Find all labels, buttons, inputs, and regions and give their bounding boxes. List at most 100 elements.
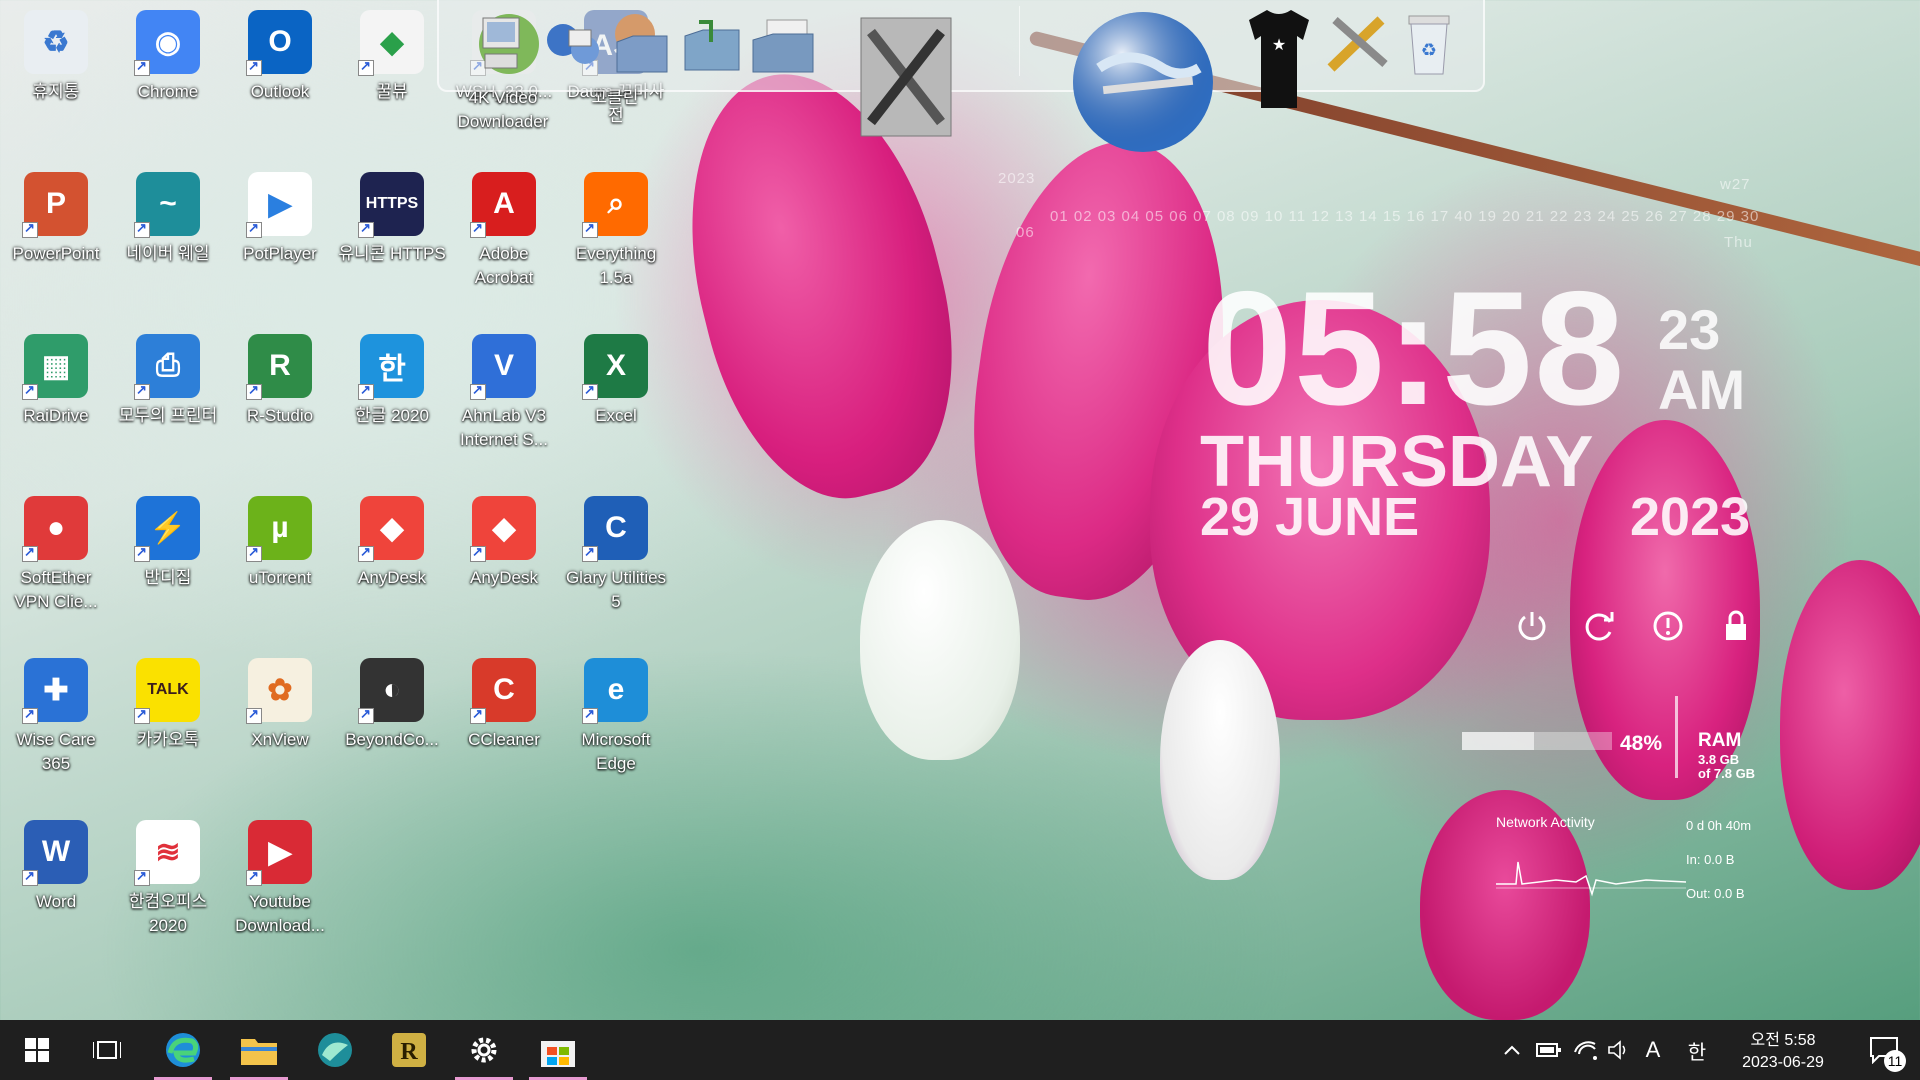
shortcut-arrow-icon	[246, 220, 262, 238]
shortcut-arrow-icon	[358, 382, 374, 400]
desktop-icon[interactable]: A Adobe Acrobat	[450, 166, 558, 287]
calendar-today: Thu	[1724, 234, 1753, 251]
desktop-icon-label: Outlook	[250, 82, 310, 101]
desktop-icon[interactable]: R R-Studio	[226, 328, 334, 448]
desktop-icon[interactable]: ⚡ 반디집	[114, 490, 222, 610]
chevron-up-icon[interactable]	[1498, 1020, 1526, 1080]
whale-browser-icon: ~	[134, 172, 200, 238]
desktop-icon[interactable]: ≋ 한컴오피스 2020	[114, 814, 222, 935]
desktop-icon[interactable]: P PowerPoint	[2, 166, 110, 286]
desktop-icon[interactable]: ♻ 휴지통	[2, 4, 110, 124]
windows-start-icon[interactable]	[0, 1020, 74, 1080]
powerpoint-icon: P	[22, 172, 88, 238]
taskbar-whale-icon[interactable]	[298, 1020, 372, 1080]
desktop-icon[interactable]: ● SoftEther VPN Clie...	[2, 490, 110, 611]
desktop-icon[interactable]: e Microsoft Edge	[562, 652, 670, 773]
notification-center-icon[interactable]: 11	[1856, 1020, 1912, 1080]
power-icon[interactable]	[1510, 604, 1554, 648]
wise-care-icon: ✚	[22, 658, 88, 724]
desktop-icon[interactable]: W Word	[2, 814, 110, 934]
desktop-icon[interactable]: µ uTorrent	[226, 490, 334, 610]
desktop-icon[interactable]: ⌕ Everything 1.5a	[562, 166, 670, 287]
desktop-icon[interactable]: ◉ Chrome	[114, 4, 222, 124]
desktop-icon-label: 유니콘 HTTPS	[338, 244, 446, 263]
taskbar-time: 오전 5:58	[1750, 1032, 1816, 1049]
outlook-icon: O	[246, 10, 312, 76]
desktop-icon-label: AnyDesk	[469, 568, 539, 587]
tools-icon[interactable]	[851, 12, 961, 147]
ram-divider	[1675, 696, 1678, 778]
ram-bar-fill	[1462, 732, 1534, 750]
printer-icon: ⎙	[134, 334, 200, 400]
shortcut-arrow-icon	[134, 544, 150, 562]
desktop-icon[interactable]: C CCleaner	[450, 652, 558, 772]
desktop-icon-label: AhnLab V3 Internet S...	[460, 406, 548, 449]
network-in: In: 0.0 B	[1686, 852, 1735, 867]
folder-files-icon[interactable]	[747, 6, 821, 85]
shortcut-arrow-icon	[22, 868, 38, 886]
wifi-icon[interactable]	[1570, 1020, 1600, 1080]
desktop-icon[interactable]: ~ 네이버 웨일	[114, 166, 222, 286]
clock-seconds: 23	[1658, 298, 1721, 361]
chrome-icon: ◉	[134, 10, 200, 76]
network-title: Network Activity	[1496, 814, 1595, 830]
desktop-icon[interactable]: ◆ AnyDesk	[338, 490, 446, 610]
battery-icon[interactable]	[1534, 1020, 1564, 1080]
desktop-icon[interactable]: ◆ AnyDesk	[450, 490, 558, 610]
desktop-icon[interactable]: ▶ Youtube Download...	[226, 814, 334, 935]
desktop-icon[interactable]: 한한글 2020	[338, 328, 446, 448]
task-view-icon[interactable]	[70, 1020, 144, 1080]
ram-percent: 48%	[1620, 732, 1663, 755]
everything-search-icon: ⌕	[582, 172, 648, 238]
lock-icon[interactable]	[1714, 604, 1758, 648]
trash-icon[interactable]: ♻	[1399, 6, 1459, 85]
dock-bar: ★ ♻	[437, 0, 1485, 152]
taskbar-date: 2023-06-29	[1742, 1054, 1824, 1071]
globe-icon[interactable]	[1069, 8, 1217, 161]
monitor-icon[interactable]	[469, 6, 539, 85]
desktop-icon-label: 네이버 웨일	[126, 244, 210, 263]
desktop-icon[interactable]: ◆ 꿀뷰	[338, 4, 446, 124]
taskbar-clock[interactable]: 오전 5:58 2023-06-29	[1720, 1020, 1846, 1080]
desktop-icon[interactable]: C Glary Utilities 5	[562, 490, 670, 611]
volume-icon[interactable]	[1604, 1020, 1634, 1080]
desktop-icon[interactable]: ▦ RaiDrive	[2, 328, 110, 448]
desktop-icon[interactable]: ✚ Wise Care 365	[2, 652, 110, 773]
shortcut-arrow-icon	[358, 544, 374, 562]
desktop-icon[interactable]: ◐ BeyondCo...	[338, 652, 446, 772]
desktop-icon[interactable]: TALK 카카오톡	[114, 652, 222, 772]
wrench-icon[interactable]	[1319, 6, 1399, 85]
taskbar-edge-icon[interactable]	[146, 1020, 220, 1080]
desktop-icon-label: CCleaner	[468, 730, 540, 749]
clock-time: 05:58	[1202, 258, 1627, 439]
desktop-icon[interactable]: X Excel	[562, 328, 670, 448]
folder-sync-icon[interactable]	[677, 6, 747, 85]
network-icon[interactable]	[539, 6, 609, 85]
desktop-icon[interactable]: O Outlook	[226, 4, 334, 124]
shortcut-arrow-icon	[134, 382, 150, 400]
file-explorer-icon[interactable]	[222, 1020, 296, 1080]
desktop-icon[interactable]: V AhnLab V3 Internet S...	[450, 328, 558, 449]
desktop-icon-label: 카카오톡	[136, 730, 200, 749]
desktop-icon[interactable]: ▶ PotPlayer	[226, 166, 334, 286]
input-language[interactable]: A	[1638, 1020, 1668, 1080]
folder-icon[interactable]	[607, 6, 677, 85]
clock-ampm: AM	[1658, 358, 1746, 421]
restart-icon[interactable]	[1578, 604, 1622, 648]
settings-icon[interactable]	[447, 1020, 521, 1080]
ram-used: 3.8 GB	[1698, 752, 1740, 767]
shortcut-arrow-icon	[246, 544, 262, 562]
r-app-icon[interactable]: R	[372, 1020, 446, 1080]
desktop-icon[interactable]: ✿ XnView	[226, 652, 334, 772]
clock-year: 2023	[1630, 487, 1751, 547]
desktop-icon[interactable]: ⎙ 모두의 프린터	[114, 328, 222, 448]
desktop-icon-label: SoftEther VPN Clie...	[14, 568, 98, 611]
network-graph	[1496, 861, 1686, 897]
youtube-downloader-icon: ▶	[246, 820, 312, 886]
desktop-icon[interactable]: HTTPS 유니콘 HTTPS	[338, 166, 446, 286]
info-icon[interactable]	[1646, 604, 1690, 648]
desktop-icon-label: Microsoft Edge	[581, 730, 651, 773]
tshirt-icon[interactable]: ★	[1239, 6, 1319, 115]
store-icon[interactable]	[521, 1020, 595, 1080]
ime-mode[interactable]: 한	[1682, 1020, 1712, 1080]
